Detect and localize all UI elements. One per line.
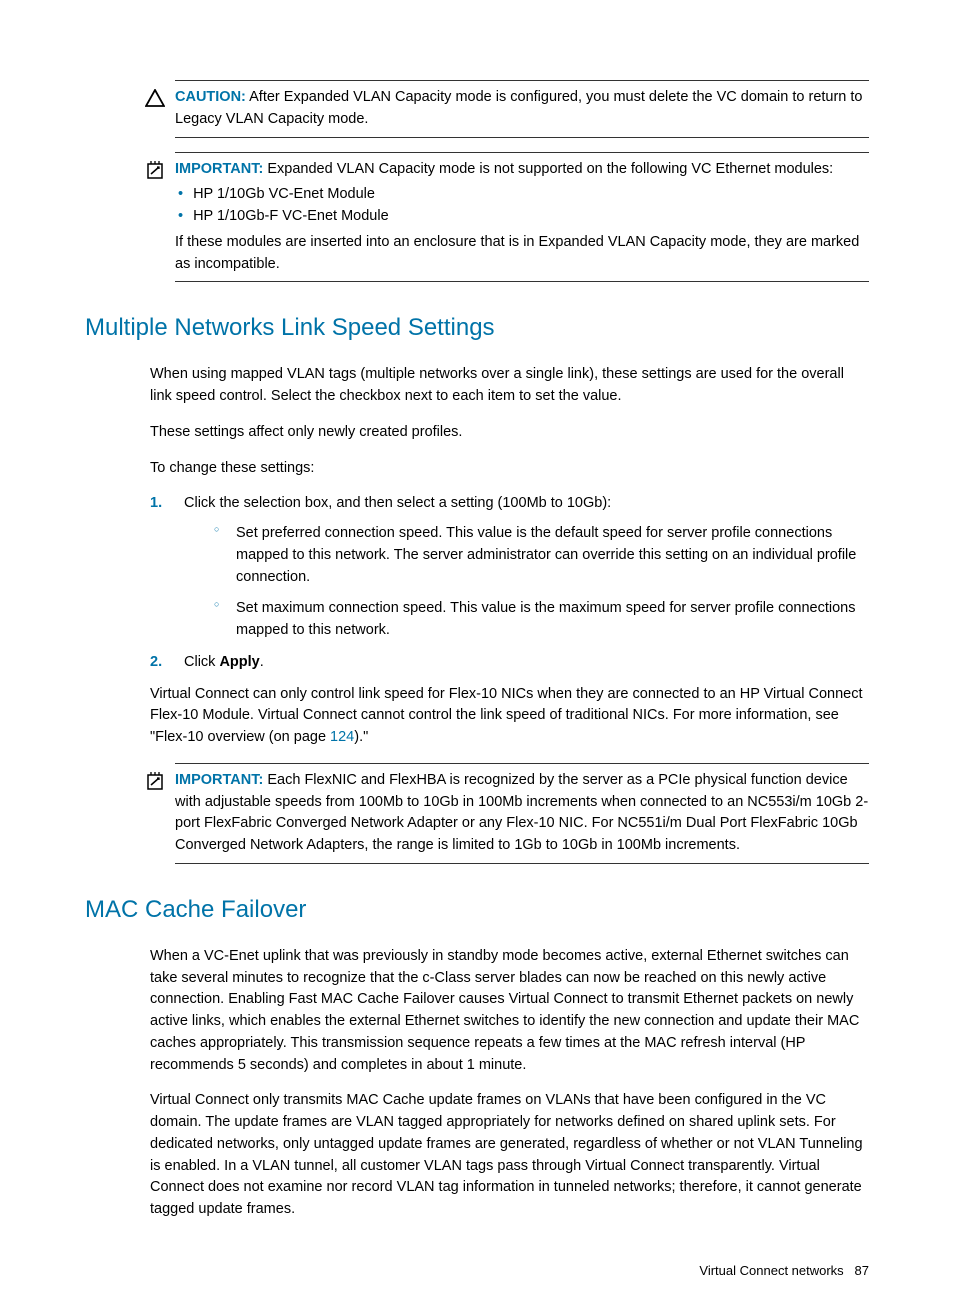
important-icon: [135, 770, 175, 792]
sub-item: Set maximum connection speed. This value…: [214, 598, 869, 642]
bullet-item: HP 1/10Gb VC-Enet Module: [193, 184, 869, 206]
step-item: 1. Click the selection box, and then sel…: [150, 493, 869, 642]
bullet-item: HP 1/10Gb-F VC-Enet Module: [193, 206, 869, 228]
paragraph-suffix: ).": [354, 729, 368, 745]
important-box-2: IMPORTANT: Each FlexNIC and FlexHBA is r…: [175, 763, 869, 864]
sub-list: Set preferred connection speed. This val…: [184, 523, 869, 642]
footer-page-number: 87: [855, 1263, 869, 1278]
caution-label: CAUTION:: [175, 89, 246, 105]
paragraph: These settings affect only newly created…: [150, 422, 869, 444]
important-bullets: HP 1/10Gb VC-Enet Module HP 1/10Gb-F VC-…: [175, 184, 869, 228]
important-box-1: IMPORTANT: Expanded VLAN Capacity mode i…: [175, 152, 869, 283]
step-number: 2.: [150, 652, 162, 674]
section-heading-link-speed: Multiple Networks Link Speed Settings: [85, 310, 869, 346]
step-text-prefix: Click: [184, 654, 219, 670]
section-heading-mac-cache: MAC Cache Failover: [85, 892, 869, 928]
link-speed-body: When using mapped VLAN tags (multiple ne…: [150, 364, 869, 864]
important-intro: Expanded VLAN Capacity mode is not suppo…: [267, 161, 833, 177]
important-label: IMPORTANT:: [175, 161, 263, 177]
paragraph: Virtual Connect only transmits MAC Cache…: [150, 1090, 869, 1221]
step-text: Click the selection box, and then select…: [184, 495, 611, 511]
caution-box: CAUTION: After Expanded VLAN Capacity mo…: [175, 80, 869, 138]
page-reference-link[interactable]: 124: [330, 729, 354, 745]
important-content-2: IMPORTANT: Each FlexNIC and FlexHBA is r…: [175, 770, 869, 857]
paragraph: When using mapped VLAN tags (multiple ne…: [150, 364, 869, 408]
paragraph: When a VC-Enet uplink that was previousl…: [150, 946, 869, 1077]
page-footer: Virtual Connect networks 87: [85, 1261, 869, 1281]
sub-item: Set preferred connection speed. This val…: [214, 523, 869, 588]
important-closing: If these modules are inserted into an en…: [175, 232, 869, 276]
paragraph: Virtual Connect can only control link sp…: [150, 684, 869, 749]
steps-list: 1. Click the selection box, and then sel…: [150, 493, 869, 673]
caution-icon: [135, 87, 175, 107]
step-text-bold: Apply: [219, 654, 259, 670]
footer-section: Virtual Connect networks: [699, 1263, 843, 1278]
important-content-1: IMPORTANT: Expanded VLAN Capacity mode i…: [175, 159, 869, 276]
important-text: Each FlexNIC and FlexHBA is recognized b…: [175, 772, 868, 853]
paragraph: To change these settings:: [150, 458, 869, 480]
paragraph-prefix: Virtual Connect can only control link sp…: [150, 686, 863, 746]
mac-cache-body: When a VC-Enet uplink that was previousl…: [150, 946, 869, 1221]
caution-content: CAUTION: After Expanded VLAN Capacity mo…: [175, 87, 869, 131]
step-item: 2. Click Apply.: [150, 652, 869, 674]
important-icon: [135, 159, 175, 181]
step-number: 1.: [150, 493, 162, 515]
important-label: IMPORTANT:: [175, 772, 263, 788]
caution-text: After Expanded VLAN Capacity mode is con…: [175, 89, 863, 127]
